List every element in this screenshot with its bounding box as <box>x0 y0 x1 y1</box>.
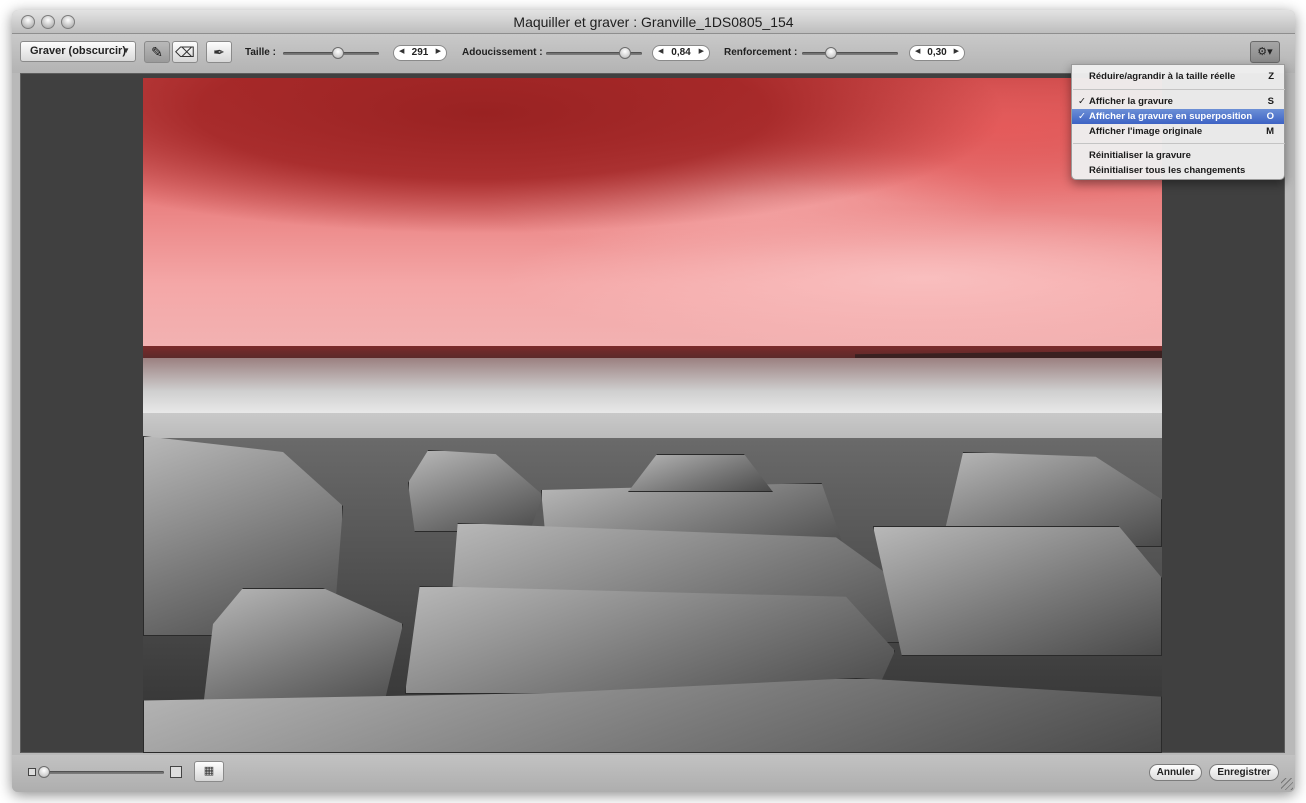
photo-preview[interactable] <box>143 78 1162 753</box>
zoom-slider-knob[interactable] <box>38 766 50 778</box>
cancel-button[interactable]: Annuler <box>1149 764 1202 781</box>
chevron-down-icon: ▼ <box>122 46 130 55</box>
taille-stepper[interactable]: ◀ 291 ▶ <box>393 45 447 61</box>
increment-icon[interactable]: ▶ <box>436 47 441 55</box>
burn-overlay-sky <box>143 78 1162 353</box>
eraser-icon: ⌫ <box>175 44 195 60</box>
bottom-bar: ▦ Annuler Enregistrer <box>12 755 1295 792</box>
gear-icon: ⚙▾ <box>1257 46 1273 58</box>
checkmark-icon: ✓ <box>1078 96 1086 107</box>
rock <box>405 586 895 694</box>
taille-label: Taille : <box>245 47 276 58</box>
adoucissement-slider-knob[interactable] <box>619 47 631 59</box>
window-title: Maquiller et graver : Granville_1DS0805_… <box>513 14 794 30</box>
eraser-tool-button[interactable]: ⌫ <box>172 41 198 63</box>
mode-select-label: Graver (obscurcir) <box>30 45 126 57</box>
menu-item-shortcut: O <box>1266 111 1274 122</box>
adoucissement-label: Adoucissement : <box>462 47 543 58</box>
save-button[interactable]: Enregistrer <box>1209 764 1279 781</box>
feather-tool-button[interactable]: ✒ <box>206 41 232 63</box>
checkmark-icon: ✓ <box>1078 111 1086 122</box>
sea <box>143 358 1162 418</box>
menu-item-reset-all[interactable]: Réinitialiser tous les changements <box>1072 163 1284 178</box>
zoom-out-icon[interactable] <box>28 768 36 776</box>
menu-item-reset-burn[interactable]: Réinitialiser la gravure <box>1072 148 1284 163</box>
menu-separator <box>1073 89 1285 90</box>
taille-slider-knob[interactable] <box>332 47 344 59</box>
menu-item-shortcut: S <box>1267 96 1274 107</box>
zoom-slider[interactable] <box>40 771 164 774</box>
feather-brush-icon: ✒ <box>213 44 225 60</box>
menu-item-shortcut: Z <box>1268 71 1274 82</box>
rock <box>873 526 1162 656</box>
menu-item-label: Afficher l'image originale <box>1089 126 1203 137</box>
menu-item-label: Réduire/agrandir à la taille réelle <box>1089 71 1236 82</box>
menu-item-show-original[interactable]: Afficher l'image originale M <box>1072 124 1284 139</box>
mode-select[interactable]: Graver (obscurcir) ▼ <box>20 41 136 62</box>
zoom-in-icon[interactable] <box>170 766 182 778</box>
title-bar: Maquiller et graver : Granville_1DS0805_… <box>12 10 1295 34</box>
menu-item-show-burn[interactable]: ✓ Afficher la gravure S <box>1072 94 1284 109</box>
adoucissement-stepper[interactable]: ◀ 0,84 ▶ <box>652 45 710 61</box>
filmstrip-icon: ▦ <box>203 765 215 777</box>
menu-item-label: Afficher la gravure <box>1089 96 1173 107</box>
menu-item-label: Réinitialiser la gravure <box>1089 150 1191 161</box>
menu-item-show-burn-overlay[interactable]: ✓ Afficher la gravure en superposition O <box>1072 109 1284 124</box>
increment-icon[interactable]: ▶ <box>699 47 704 55</box>
editor-window: Maquiller et graver : Granville_1DS0805_… <box>12 10 1295 792</box>
renforcement-stepper[interactable]: ◀ 0,30 ▶ <box>909 45 965 61</box>
menu-item-shortcut: M <box>1266 126 1274 137</box>
renforcement-slider[interactable] <box>802 52 898 55</box>
renforcement-label: Renforcement : <box>724 47 798 58</box>
resize-grip-icon[interactable] <box>1281 778 1293 790</box>
brush-icon: ✎ <box>151 44 163 60</box>
menu-item-actual-size[interactable]: Réduire/agrandir à la taille réelle Z <box>1072 69 1284 84</box>
view-mode-button[interactable]: ▦ <box>194 761 224 782</box>
taille-slider[interactable] <box>283 52 379 55</box>
menu-item-label: Afficher la gravure en superposition <box>1089 111 1253 122</box>
menu-item-label: Réinitialiser tous les changements <box>1089 165 1246 176</box>
menu-separator <box>1073 143 1285 144</box>
view-options-menu: Réduire/agrandir à la taille réelle Z ✓ … <box>1071 64 1285 180</box>
brush-tool-button[interactable]: ✎ <box>144 41 170 63</box>
increment-icon[interactable]: ▶ <box>954 47 959 55</box>
gear-menu-button[interactable]: ⚙▾ <box>1250 41 1280 63</box>
renforcement-slider-knob[interactable] <box>825 47 837 59</box>
